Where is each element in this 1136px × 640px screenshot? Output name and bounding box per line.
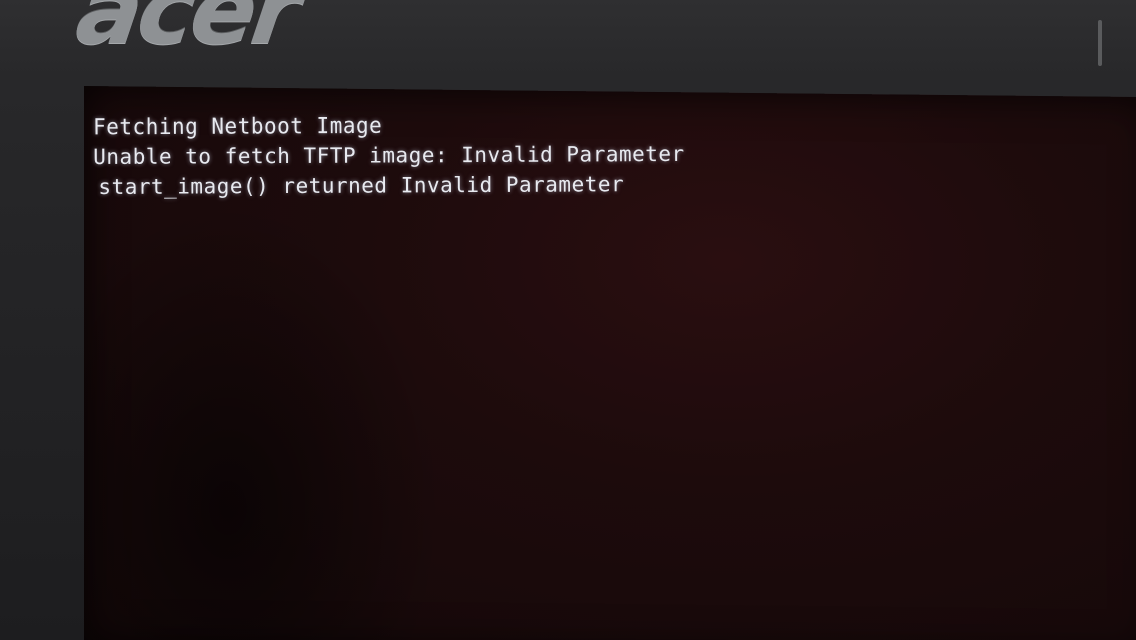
photo-frame: acer Fetching Netboot Image Unable to fe… [0,0,1136,640]
console-line: Fetching Netboot Image [93,112,383,140]
console-line: Unable to fetch TFTP image: Invalid Para… [93,141,685,169]
screen-glare-shadow [84,200,444,640]
boot-console: Fetching Netboot Image Unable to fetch T… [93,109,685,202]
bezel-sensor [1098,20,1102,66]
console-line: start_image() returned Invalid Parameter [98,172,625,199]
brand-logo: acer [70,0,305,66]
